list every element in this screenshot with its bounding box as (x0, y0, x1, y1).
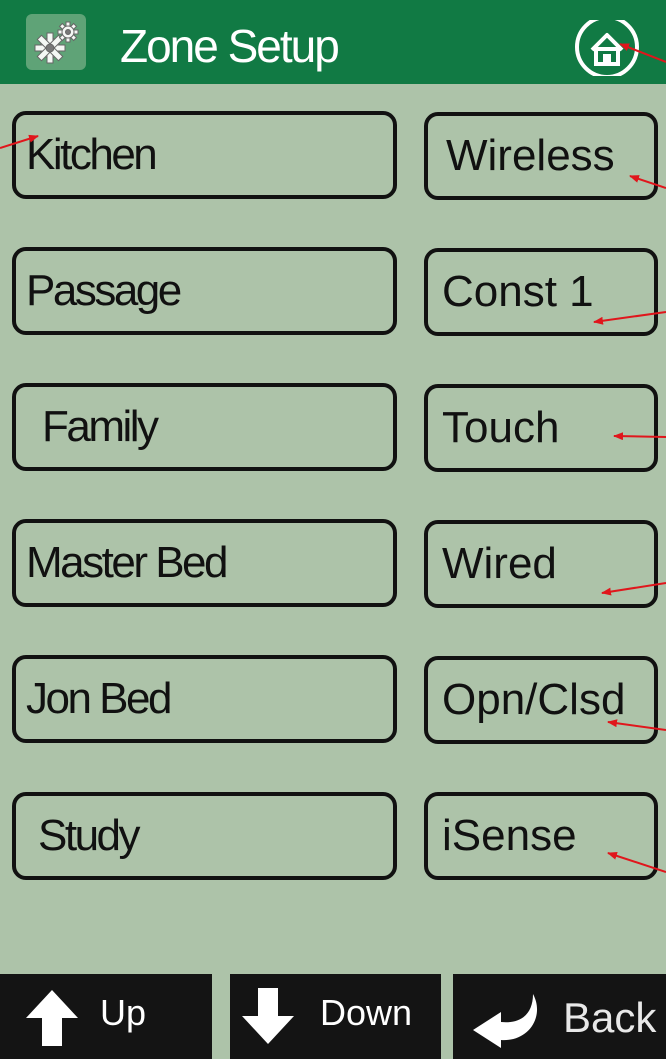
zone-type-label: Const 1 (442, 267, 594, 316)
zone-name-label: Family (42, 402, 159, 451)
settings-gears-icon[interactable] (26, 14, 86, 70)
zone-type-label: Wireless (446, 131, 615, 180)
zone-type-label: iSense (442, 811, 577, 860)
zone-type-button[interactable]: iSense (424, 792, 658, 880)
zone-name-button[interactable]: Master Bed (12, 519, 397, 607)
zone-type-label: Touch (442, 403, 560, 452)
zone-type-button[interactable]: Const 1 (424, 248, 658, 336)
arrow-down-icon (242, 988, 294, 1044)
zone-name-button[interactable]: Kitchen (12, 111, 397, 199)
zone-type-button[interactable]: Opn/Clsd (424, 656, 658, 744)
zone-name-button[interactable]: Study (12, 792, 397, 880)
zone-name-label: Jon Bed (26, 674, 172, 723)
back-label: Back (563, 994, 657, 1041)
home-button[interactable] (572, 15, 642, 79)
arrow-up-icon (26, 990, 78, 1046)
zone-type-button[interactable]: Touch (424, 384, 658, 472)
down-label: Down (320, 992, 413, 1033)
zone-name-button[interactable]: Jon Bed (12, 655, 397, 743)
zone-type-label: Opn/Clsd (442, 675, 626, 724)
zone-type-label: Wired (442, 539, 557, 588)
page-title: Zone Setup (120, 20, 340, 72)
zone-name-label: Study (38, 811, 141, 860)
up-label: Up (100, 992, 147, 1033)
back-arrow-icon (473, 994, 538, 1048)
zone-name-label: Kitchen (26, 130, 158, 179)
zone-name-label: Passage (26, 266, 182, 315)
zone-name-button[interactable]: Family (12, 383, 397, 471)
zone-type-button[interactable]: Wired (424, 520, 658, 608)
zone-name-label: Master Bed (26, 538, 228, 587)
home-icon (575, 15, 639, 79)
zone-type-button[interactable]: Wireless (424, 112, 658, 200)
up-button[interactable]: Up (0, 974, 212, 1059)
zone-name-button[interactable]: Passage (12, 247, 397, 335)
back-button[interactable]: Back (453, 974, 666, 1059)
down-button[interactable]: Down (230, 974, 441, 1059)
header-bar: Zone Setup (0, 0, 666, 84)
